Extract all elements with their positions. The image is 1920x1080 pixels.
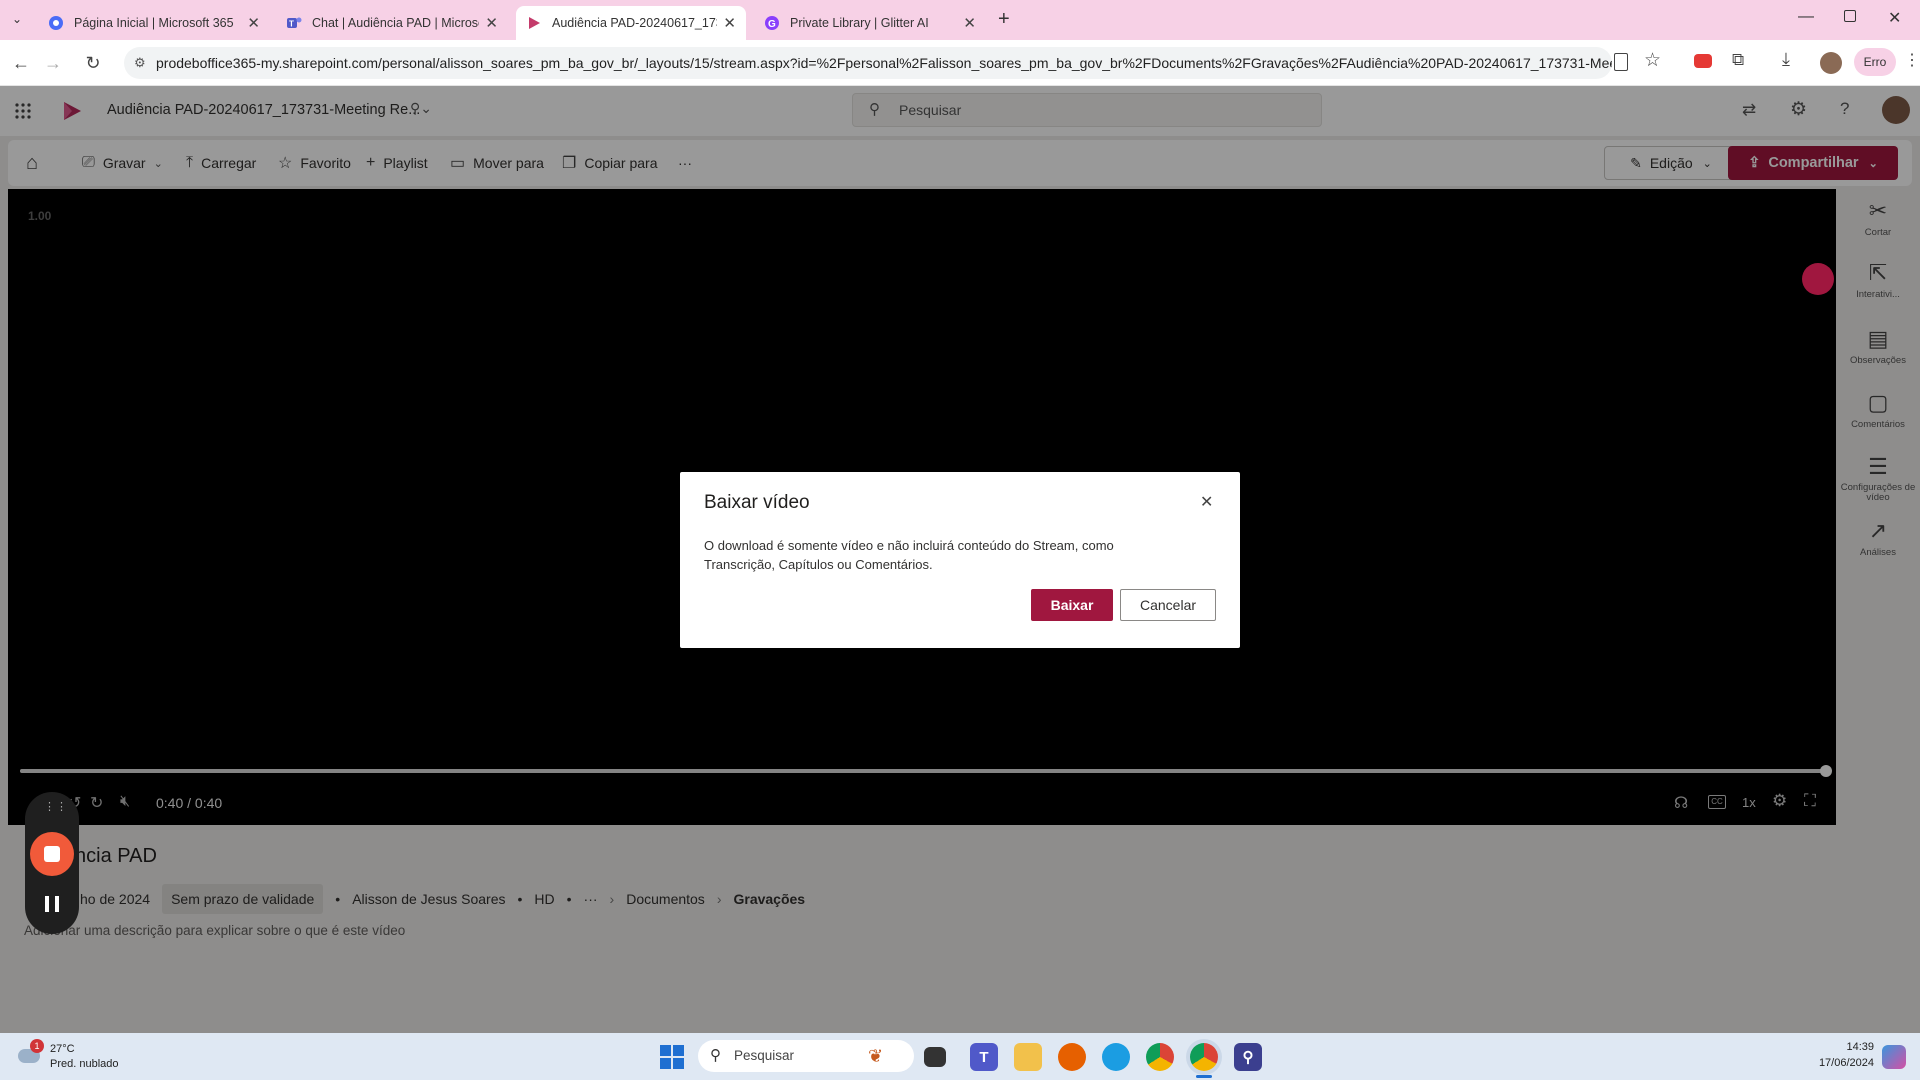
taskbar-search-placeholder: Pesquisar	[734, 1048, 795, 1063]
tab-teams[interactable]: T Chat | Audiência PAD | Microsoft Teams…	[276, 6, 508, 40]
active-indicator	[1196, 1075, 1212, 1078]
chrome-icon[interactable]	[1146, 1043, 1174, 1071]
record-extension-icon[interactable]	[1694, 54, 1712, 68]
tab-title: Private Library | Glitter AI	[790, 16, 929, 30]
task-view-icon[interactable]	[924, 1047, 946, 1067]
close-tab-icon[interactable]: ✕	[963, 14, 976, 32]
taskbar: 1 27°C Pred. nublado ⚲ Pesquisar ❦ T ⚲ 1…	[0, 1033, 1920, 1080]
address-bar: ← → ↻ ⚙ prodeboffice365-my.sharepoint.co…	[0, 40, 1920, 86]
forward-icon[interactable]: →	[40, 50, 66, 76]
recording-widget: ⋮⋮	[25, 792, 79, 934]
tab-title: Chat | Audiência PAD | Microsoft Teams	[312, 16, 479, 30]
browser-menu-icon[interactable]: ⋮	[1904, 50, 1920, 70]
screen-recorder-icon[interactable]: ⚲	[1234, 1043, 1262, 1071]
restore-icon[interactable]	[1844, 10, 1856, 22]
weather-text: Pred. nublado	[50, 1058, 119, 1070]
copilot-icon[interactable]	[1882, 1045, 1906, 1069]
browser-tab-bar: ⌄ Página Inicial | Microsoft 365 ✕ T Cha…	[0, 0, 1920, 40]
notification-badge: 1	[30, 1039, 44, 1053]
drag-handle-icon[interactable]: ⋮⋮	[44, 800, 68, 813]
close-icon[interactable]: ✕	[1200, 492, 1213, 512]
m365-icon	[48, 15, 64, 31]
svg-text:T: T	[289, 20, 294, 29]
url-field[interactable]: ⚙ prodeboffice365-my.sharepoint.com/pers…	[124, 47, 1612, 79]
dialog-title: Baixar vídeo	[704, 492, 810, 513]
edge-icon[interactable]	[1102, 1043, 1130, 1071]
stop-icon	[44, 846, 60, 862]
close-tab-icon[interactable]: ✕	[247, 14, 260, 32]
chrome-active-icon[interactable]	[1190, 1043, 1218, 1071]
download-icon[interactable]: ⤓	[1782, 49, 1790, 70]
start-button[interactable]	[660, 1045, 684, 1074]
dialog-body: O download é somente vídeo e não incluir…	[704, 538, 1114, 572]
cancel-button[interactable]: Cancelar	[1120, 589, 1216, 621]
reload-icon[interactable]: ↻	[80, 50, 106, 76]
bookmark-page-icon[interactable]	[1614, 53, 1628, 71]
tab-m365[interactable]: Página Inicial | Microsoft 365 ✕	[38, 6, 270, 40]
profile-error-chip[interactable]: Erro	[1854, 48, 1896, 76]
tab-glitter[interactable]: G Private Library | Glitter AI ✕	[754, 6, 986, 40]
new-tab-icon[interactable]: +	[998, 8, 1010, 31]
tab-search-icon[interactable]: ⌄	[12, 12, 22, 26]
download-dialog: Baixar vídeo ✕ O download é somente víde…	[680, 472, 1240, 648]
teams-icon[interactable]: T	[970, 1043, 998, 1071]
stop-recording-button[interactable]	[30, 832, 74, 876]
tab-stream[interactable]: Audiência PAD-20240617_173731 ✕	[516, 6, 746, 40]
butterfly-icon: ❦	[868, 1046, 884, 1066]
star-icon[interactable]: ☆	[1644, 49, 1661, 72]
url-text: prodeboffice365-my.sharepoint.com/person…	[156, 55, 1612, 71]
svg-text:G: G	[768, 19, 776, 30]
site-info-icon[interactable]: ⚙	[134, 47, 146, 79]
clock-date[interactable]: 17/06/2024	[1794, 1057, 1874, 1069]
annotation-dot	[1802, 263, 1834, 295]
weather-widget[interactable]: 1 27°C Pred. nublado	[14, 1039, 134, 1075]
teams-icon: T	[286, 15, 302, 31]
close-tab-icon[interactable]: ✕	[485, 14, 498, 32]
temperature: 27°C	[50, 1043, 75, 1055]
close-tab-icon[interactable]: ✕	[723, 14, 736, 32]
tab-title: Audiência PAD-20240617_173731	[552, 16, 717, 30]
extensions-icon[interactable]: ⧉	[1732, 50, 1744, 70]
file-explorer-icon[interactable]	[1014, 1043, 1042, 1071]
clock-time[interactable]: 14:39	[1828, 1041, 1874, 1053]
glitter-icon: G	[764, 15, 780, 31]
tab-title: Página Inicial | Microsoft 365	[74, 16, 234, 30]
close-window-icon[interactable]: ✕	[1888, 8, 1901, 28]
minimize-icon[interactable]: —	[1798, 8, 1814, 26]
search-icon: ⚲	[710, 1047, 721, 1064]
download-button[interactable]: Baixar	[1031, 589, 1113, 621]
back-icon[interactable]: ←	[8, 50, 34, 76]
pause-icon[interactable]	[45, 896, 59, 912]
taskbar-search[interactable]: ⚲ Pesquisar ❦	[698, 1040, 914, 1072]
stream-icon	[526, 15, 542, 31]
avatar[interactable]	[1820, 52, 1842, 74]
firefox-icon[interactable]	[1058, 1043, 1086, 1071]
